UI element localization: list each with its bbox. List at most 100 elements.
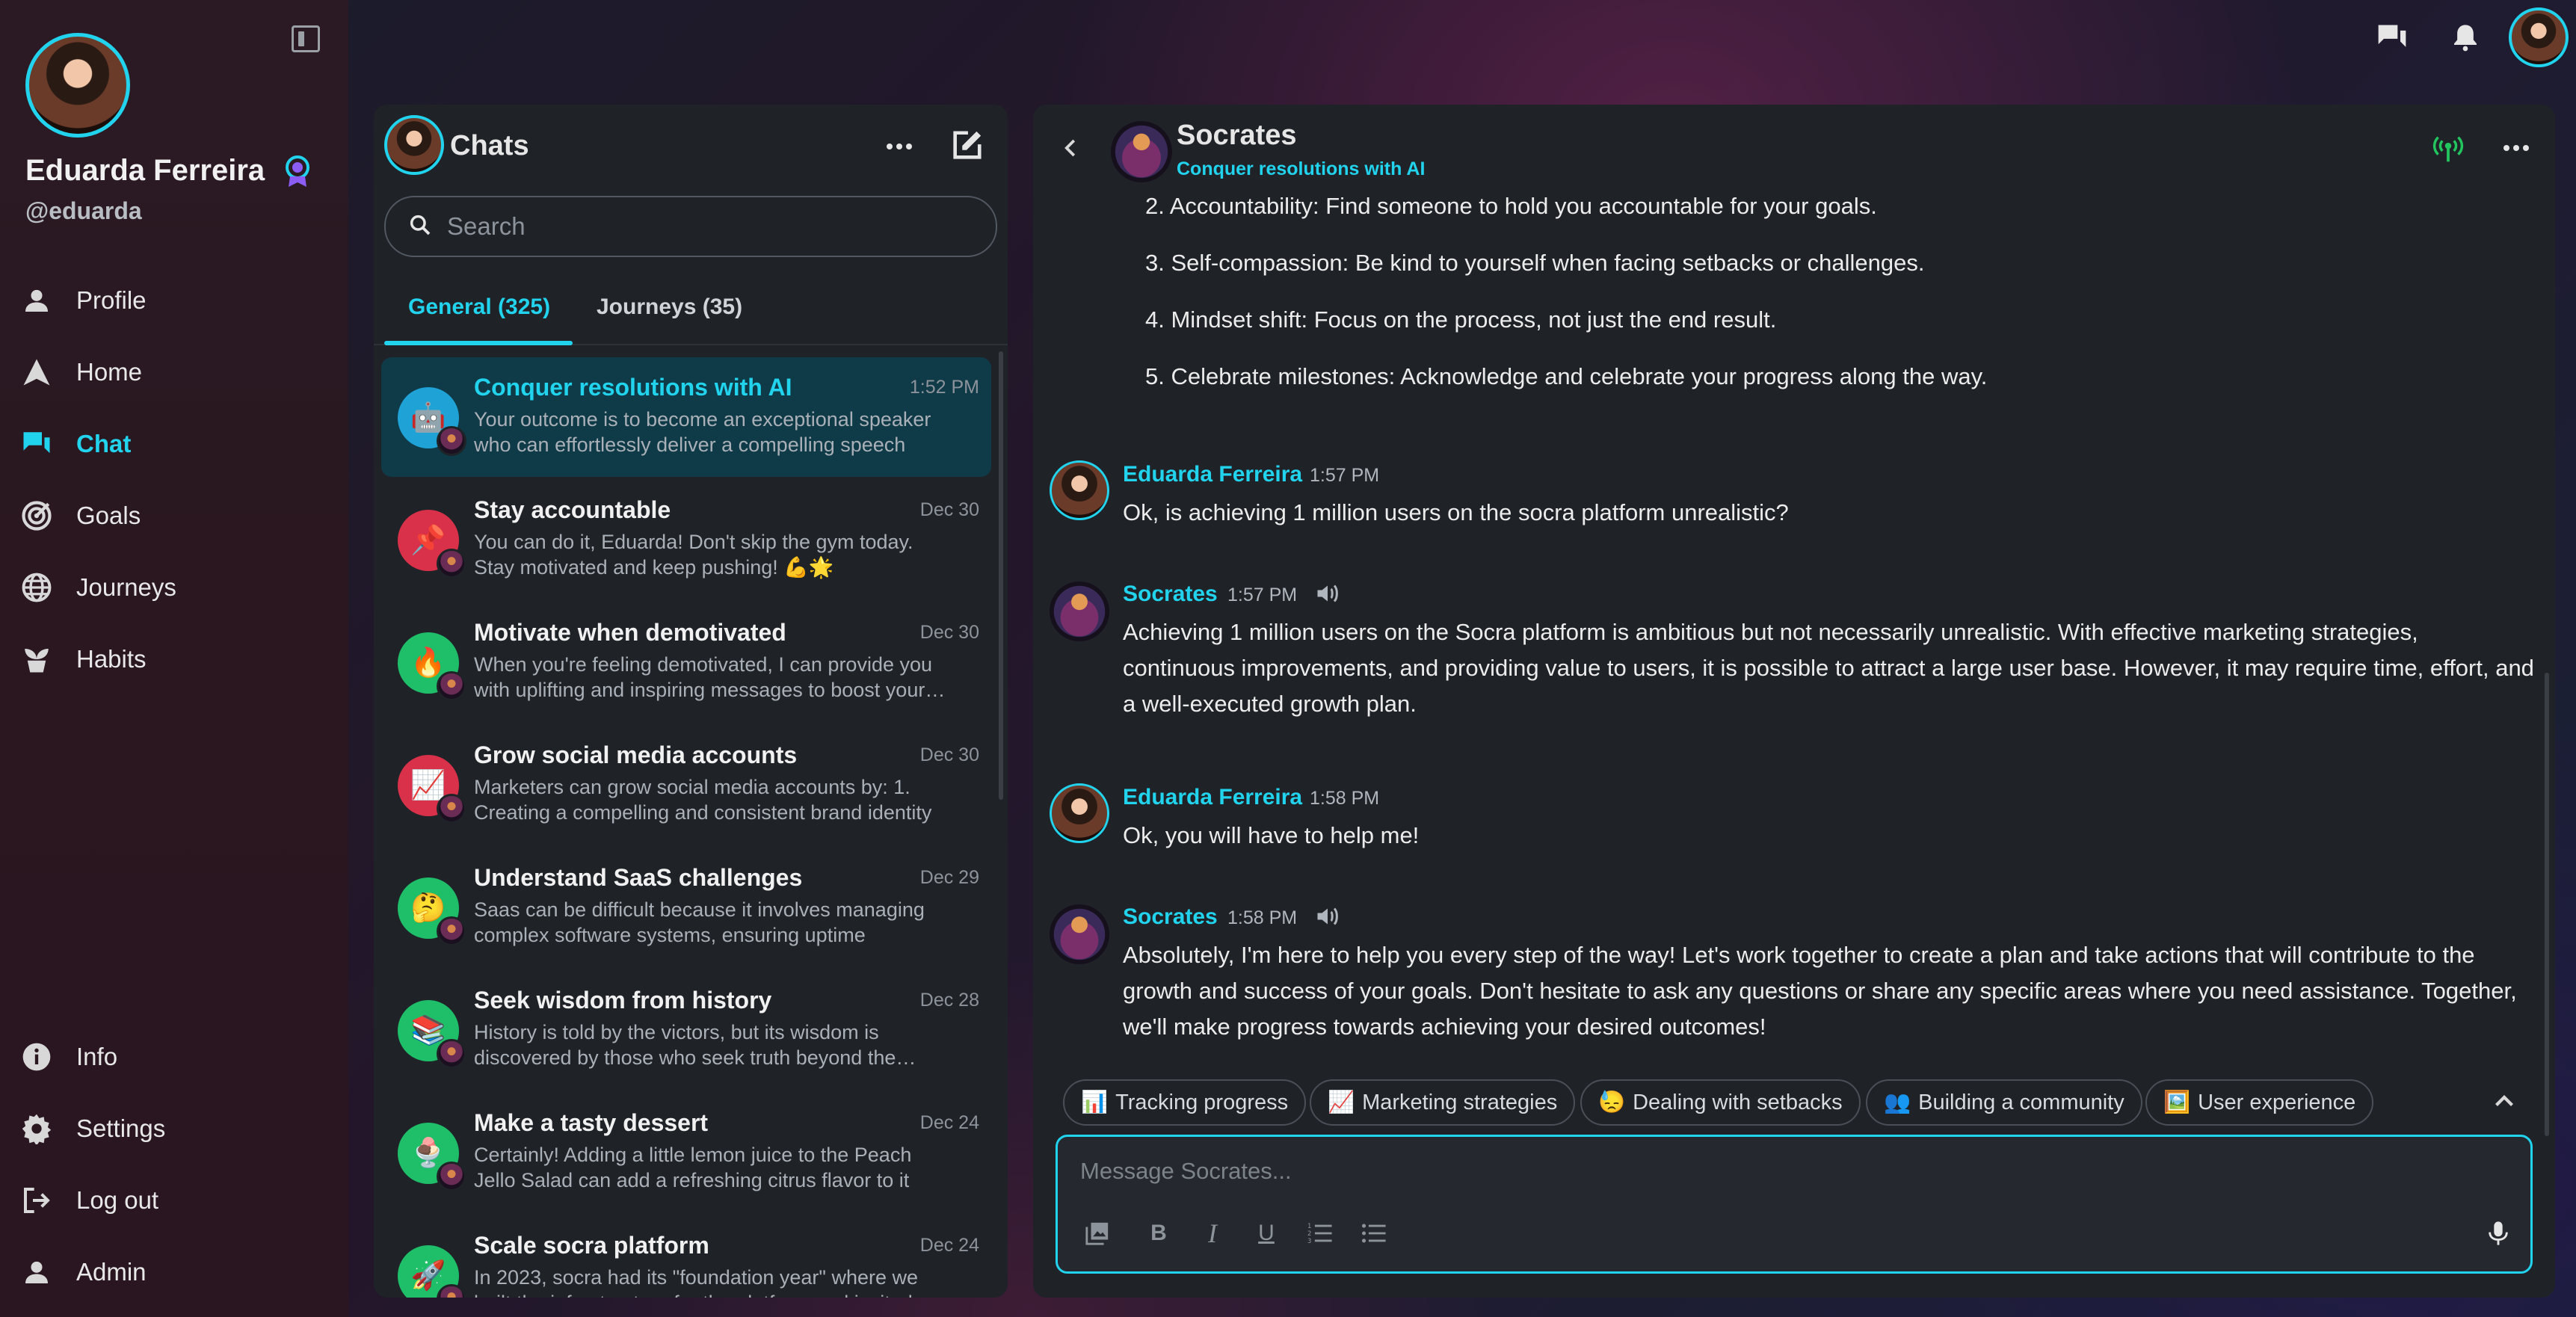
conversation-more-icon[interactable]: [2503, 142, 2539, 160]
chats-more-icon[interactable]: [881, 132, 918, 161]
chat-time: Dec 30: [919, 744, 979, 765]
home-icon: [19, 355, 54, 389]
list-item: 2. Accountability: Find someone to hold …: [1145, 193, 1877, 219]
nav-logout[interactable]: Log out: [19, 1172, 333, 1229]
chat-list-item[interactable]: 🤔 Understand SaaS challenges Dec 29 Saas ca…: [381, 848, 991, 967]
conversation-header: Socrates Conquer resolutions with AI: [1033, 105, 2555, 193]
nav-habits[interactable]: Habits: [19, 631, 333, 688]
chat-list-item[interactable]: 🤖 Conquer resolutions with AI 1:52 PM Your …: [381, 357, 991, 477]
chat-time: Dec 24: [919, 1235, 979, 1256]
socrates-mini-avatar: [437, 671, 466, 701]
message-time: 1:57 PM: [1310, 465, 1380, 486]
user-handle: @eduarda: [25, 197, 142, 224]
chat-list-item[interactable]: 📚 Seek wisdom from history Dec 28 History i…: [381, 970, 991, 1090]
suggestion-chip[interactable]: 😓 Dealing with setbacks: [1580, 1079, 1861, 1126]
person-icon: [19, 283, 54, 318]
chat-preview: History is told by the victors, but its …: [474, 1021, 896, 1069]
chat-title: Stay accountable: [474, 496, 671, 523]
list-item: 4. Mindset shift: Focus on the process, …: [1145, 306, 1777, 333]
suggestion-chip[interactable]: 📊 Tracking progress: [1063, 1079, 1307, 1126]
message-composer: B I U 123: [1056, 1135, 2533, 1274]
chat-preview: Saas can be difficult because it involve…: [474, 898, 925, 946]
new-chat-icon[interactable]: [949, 129, 985, 164]
chats-user-avatar[interactable]: [384, 115, 444, 175]
chat-list-item[interactable]: 🚀 Scale socra platform Dec 24 In 2023, socr…: [381, 1215, 991, 1298]
message-author: Socrates: [1123, 582, 1218, 606]
gear-icon: [19, 1111, 54, 1146]
sidebar-collapse-icon[interactable]: [292, 25, 320, 52]
nav-settings[interactable]: Settings: [19, 1100, 333, 1157]
top-user-avatar[interactable]: [2509, 7, 2569, 67]
broadcast-icon[interactable]: [2431, 132, 2468, 169]
chat-time: Dec 28: [919, 990, 979, 1011]
suggestion-chip[interactable]: 📈 Marketing strategies: [1310, 1079, 1576, 1126]
person-icon: [19, 1255, 54, 1289]
nav-home[interactable]: Home: [19, 344, 333, 401]
notifications-icon[interactable]: [2444, 16, 2486, 58]
chat-list-item[interactable]: 📌 Stay accountable Dec 30 You can do it, Ed…: [381, 480, 991, 599]
chat-list-item[interactable]: 🔥 Motivate when demotivated Dec 30 When you…: [381, 602, 991, 722]
tab-journeys[interactable]: Journeys (35): [597, 294, 742, 320]
conversation-scrollbar[interactable]: [2545, 673, 2549, 1136]
svg-text:3: 3: [1307, 1238, 1311, 1245]
message-text: Achieving 1 million users on the Socra p…: [1123, 619, 2534, 717]
nav-profile[interactable]: Profile: [19, 272, 333, 329]
chat-list-item[interactable]: 🍨 Make a tasty dessert Dec 24 Certainly! Ad…: [381, 1093, 991, 1212]
chevron-up-icon[interactable]: [2491, 1088, 2524, 1118]
image-icon[interactable]: [1080, 1216, 1115, 1250]
search-box[interactable]: [384, 196, 997, 257]
italic-icon[interactable]: I: [1195, 1216, 1230, 1250]
speaker-icon[interactable]: [1314, 903, 1344, 933]
message-time: 1:58 PM: [1227, 907, 1298, 928]
nav-label: Chat: [76, 430, 132, 457]
nav-chat[interactable]: Chat: [19, 416, 333, 472]
nav-journeys[interactable]: Journeys: [19, 559, 333, 616]
message-avatar[interactable]: [1050, 904, 1109, 964]
suggestion-chip[interactable]: 🖼️ User experience: [2145, 1079, 2374, 1126]
chat-list-scrollbar[interactable]: [999, 351, 1003, 800]
bullet-list-icon[interactable]: [1357, 1216, 1391, 1250]
search-input[interactable]: [447, 212, 970, 241]
message-time: 1:58 PM: [1310, 788, 1380, 809]
numbered-list-icon[interactable]: 123: [1303, 1216, 1337, 1250]
back-icon[interactable]: [1060, 135, 1087, 164]
messages-icon[interactable]: [2371, 16, 2413, 58]
nav-admin[interactable]: Admin: [19, 1244, 333, 1301]
list-item: 5. Celebrate milestones: Acknowledge and…: [1145, 363, 1988, 389]
chat-title: Grow social media accounts: [474, 741, 798, 768]
message-author: Eduarda Ferreira: [1123, 462, 1303, 487]
svg-text:1: 1: [1307, 1223, 1311, 1230]
microphone-icon[interactable]: [2481, 1216, 2515, 1250]
message-input[interactable]: [1080, 1158, 2426, 1185]
sidebar: Eduarda Ferreira @eduarda Profile Home C…: [0, 0, 348, 1317]
suggestion-chip[interactable]: 👥 Building a community: [1866, 1079, 2142, 1126]
nav-info[interactable]: Info: [19, 1028, 333, 1085]
target-icon: [19, 499, 54, 533]
chip-label: Building a community: [1918, 1090, 2124, 1114]
conversation-title: Socrates: [1177, 120, 1297, 151]
message-avatar[interactable]: [1050, 582, 1109, 641]
chat-title: Conquer resolutions with AI: [474, 374, 792, 401]
chat-preview: Marketers can grow social media accounts…: [474, 776, 932, 824]
chip-label: Tracking progress: [1115, 1090, 1289, 1114]
socrates-avatar[interactable]: [1111, 121, 1172, 182]
tab-general[interactable]: General (325): [408, 294, 550, 320]
message-text: Ok, is achieving 1 million users on the …: [1123, 499, 1789, 525]
chip-emoji: 🖼️: [2163, 1091, 2191, 1114]
conversation-panel: 2. Accountability: Find someone to hold …: [1033, 105, 2555, 1298]
bold-icon[interactable]: B: [1141, 1216, 1176, 1250]
speaker-icon[interactable]: [1314, 580, 1344, 610]
user-avatar[interactable]: [25, 33, 130, 138]
chat-time: Dec 30: [919, 499, 979, 520]
nav-label: Home: [76, 358, 143, 386]
underline-icon[interactable]: U: [1249, 1216, 1284, 1250]
message-avatar[interactable]: [1050, 460, 1109, 520]
chat-preview: When you're feeling demotivated, I can p…: [474, 653, 933, 701]
nav-label: Goals: [76, 502, 141, 529]
chat-list-item[interactable]: 📈 Grow social media accounts Dec 30 Markete…: [381, 725, 991, 845]
chat-preview: In 2023, socra had its "foundation year"…: [474, 1266, 919, 1298]
message-avatar[interactable]: [1050, 783, 1109, 843]
nav-goals[interactable]: Goals: [19, 487, 333, 544]
chat-title: Understand SaaS challenges: [474, 864, 803, 891]
chat-time: 1:52 PM: [909, 377, 979, 398]
